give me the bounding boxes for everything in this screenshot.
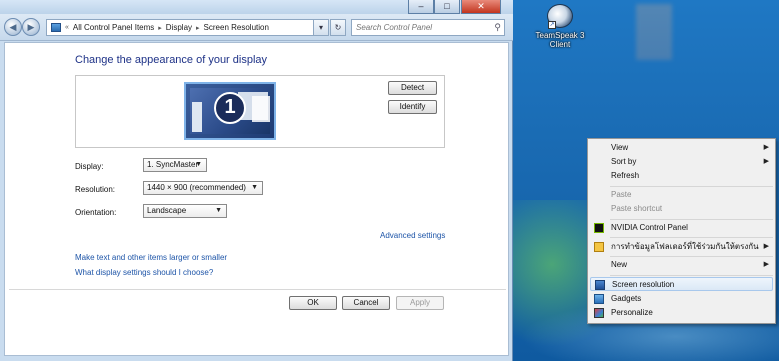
desktop-icon-label-line: Client xyxy=(549,40,571,49)
desktop-icon-label-line: TeamSpeak 3 xyxy=(535,31,585,40)
menu-item-refresh[interactable]: Refresh xyxy=(590,169,773,183)
menu-separator xyxy=(610,237,773,238)
chevron-down-icon: ▾ xyxy=(318,23,323,32)
menu-item-label: Personalize xyxy=(611,308,653,317)
menu-item-label: Refresh xyxy=(611,171,640,180)
control-panel-icon xyxy=(51,23,61,32)
display-help-link[interactable]: What display settings should I choose? xyxy=(75,268,213,277)
chevron-down-icon: ▼ xyxy=(215,207,222,214)
breadcrumb-separator-icon[interactable]: ▸ xyxy=(196,24,200,32)
refresh-button[interactable]: ↻ xyxy=(330,19,346,36)
navigation-bar: ◀ ▶ « All Control Panel Items ▸ Display … xyxy=(0,14,513,41)
orientation-label: Orientation: xyxy=(75,208,117,217)
menu-item-gadgets[interactable]: Gadgets xyxy=(590,292,773,306)
display-value: 1. SyncMaster xyxy=(147,160,199,169)
address-bar[interactable]: « All Control Panel Items ▸ Display ▸ Sc… xyxy=(46,19,326,36)
breadcrumb-item[interactable]: Screen Resolution xyxy=(204,23,269,32)
display-select[interactable]: 1. SyncMaster ▼ xyxy=(143,158,207,172)
orientation-value: Landscape xyxy=(147,206,187,215)
menu-item-label: การทำข้อมูลโฟลเดอร์ที่ใช้ร่วมกันให้ตรงกั… xyxy=(611,242,759,251)
ok-button[interactable]: OK xyxy=(289,296,337,310)
blurred-icon xyxy=(636,4,672,60)
menu-separator xyxy=(610,256,773,257)
menu-item-label: Gadgets xyxy=(611,294,642,303)
page-title: Change the appearance of your display xyxy=(75,54,268,66)
divider xyxy=(9,289,506,290)
chevron-down-icon: ▼ xyxy=(251,184,258,191)
menu-item-label: New xyxy=(611,260,628,269)
menu-item-label: Sort by xyxy=(611,157,637,166)
menu-item-label: Paste shortcut xyxy=(611,204,663,213)
gadgets-icon xyxy=(594,294,604,304)
desktop-icon-label: TeamSpeak 3 Client xyxy=(534,31,586,49)
back-button[interactable]: ◀ xyxy=(4,18,22,36)
personalize-icon xyxy=(594,308,604,318)
chevron-down-icon: ▼ xyxy=(195,161,202,168)
chevron-right-icon: ▶ xyxy=(763,243,769,250)
desktop-context-menu: View ▶ Sort by ▶ Refresh Paste Paste sho… xyxy=(587,138,776,324)
close-button[interactable]: ✕ xyxy=(461,0,501,14)
teamspeak-desktop-icon[interactable]: ↗ TeamSpeak 3 Client xyxy=(534,4,586,56)
monitor-icon xyxy=(595,280,605,290)
shortcut-arrow-icon: ↗ xyxy=(548,21,556,29)
resolution-value: 1440 × 900 (recommended) xyxy=(147,183,246,192)
search-box[interactable]: ⚲ xyxy=(351,19,505,36)
menu-item-paste[interactable]: Paste xyxy=(590,188,773,202)
chevron-right-icon: ▶ xyxy=(763,261,769,268)
breadcrumb-overflow-icon[interactable]: « xyxy=(65,24,69,31)
title-bar[interactable]: – □ ✕ xyxy=(0,0,513,14)
chevron-right-icon: ▶ xyxy=(763,158,769,165)
cancel-button[interactable]: Cancel xyxy=(342,296,390,310)
address-dropdown-button[interactable]: ▾ xyxy=(313,19,329,36)
resolution-select[interactable]: 1440 × 900 (recommended) ▼ xyxy=(143,181,263,195)
menu-item-label: Screen resolution xyxy=(612,280,675,289)
menu-separator xyxy=(610,275,773,276)
screen-window xyxy=(252,96,270,122)
apply-button[interactable]: Apply xyxy=(396,296,444,310)
maximize-button[interactable]: □ xyxy=(434,0,460,14)
resolution-label: Resolution: xyxy=(75,185,116,194)
forward-button[interactable]: ▶ xyxy=(22,18,40,36)
breadcrumb-separator-icon[interactable]: ▸ xyxy=(158,24,162,32)
menu-item-nvidia[interactable]: NVIDIA Control Panel xyxy=(590,221,773,235)
menu-item-screen-resolution[interactable]: Screen resolution xyxy=(590,277,773,291)
menu-item-paste-shortcut[interactable]: Paste shortcut xyxy=(590,202,773,216)
detect-button[interactable]: Detect xyxy=(388,81,437,95)
forward-arrow-icon: ▶ xyxy=(27,22,35,32)
identify-button[interactable]: Identify xyxy=(388,100,437,114)
breadcrumb-item[interactable]: All Control Panel Items xyxy=(73,23,154,32)
menu-separator xyxy=(610,186,773,187)
chevron-right-icon: ▶ xyxy=(763,144,769,151)
display-preview: 1 Detect Identify xyxy=(75,75,445,148)
refresh-icon: ↻ xyxy=(334,23,342,32)
screen-sidebar xyxy=(192,102,202,132)
orientation-select[interactable]: Landscape ▼ xyxy=(143,204,227,218)
menu-item-view[interactable]: View ▶ xyxy=(590,141,773,155)
text-size-link[interactable]: Make text and other items larger or smal… xyxy=(75,253,227,262)
menu-separator xyxy=(610,219,773,220)
screen-resolution-window: – □ ✕ ◀ ▶ « All Control Panel Items ▸ Di… xyxy=(0,0,513,361)
search-icon[interactable]: ⚲ xyxy=(494,22,501,33)
menu-item-label: View xyxy=(611,143,629,152)
menu-item-sort-by[interactable]: Sort by ▶ xyxy=(590,155,773,169)
back-arrow-icon: ◀ xyxy=(9,22,17,32)
content-area: Change the appearance of your display 1 … xyxy=(4,42,509,356)
monitor-number: 1 xyxy=(214,92,246,124)
menu-item-sync-folders[interactable]: การทำข้อมูลโฟลเดอร์ที่ใช้ร่วมกันให้ตรงกั… xyxy=(590,240,773,254)
search-input[interactable] xyxy=(352,20,488,35)
nvidia-icon xyxy=(594,223,604,233)
menu-item-personalize[interactable]: Personalize xyxy=(590,306,773,320)
teamspeak-icon: ↗ xyxy=(547,4,573,29)
menu-item-label: Paste xyxy=(611,190,632,199)
menu-item-new[interactable]: New ▶ xyxy=(590,258,773,272)
minimize-button[interactable]: – xyxy=(408,0,434,14)
breadcrumb-item[interactable]: Display xyxy=(166,23,192,32)
display-label: Display: xyxy=(75,162,104,171)
advanced-settings-link[interactable]: Advanced settings xyxy=(380,231,445,240)
menu-item-label: NVIDIA Control Panel xyxy=(611,223,688,232)
monitor-1[interactable]: 1 xyxy=(184,82,276,140)
sync-folder-icon xyxy=(594,242,604,252)
